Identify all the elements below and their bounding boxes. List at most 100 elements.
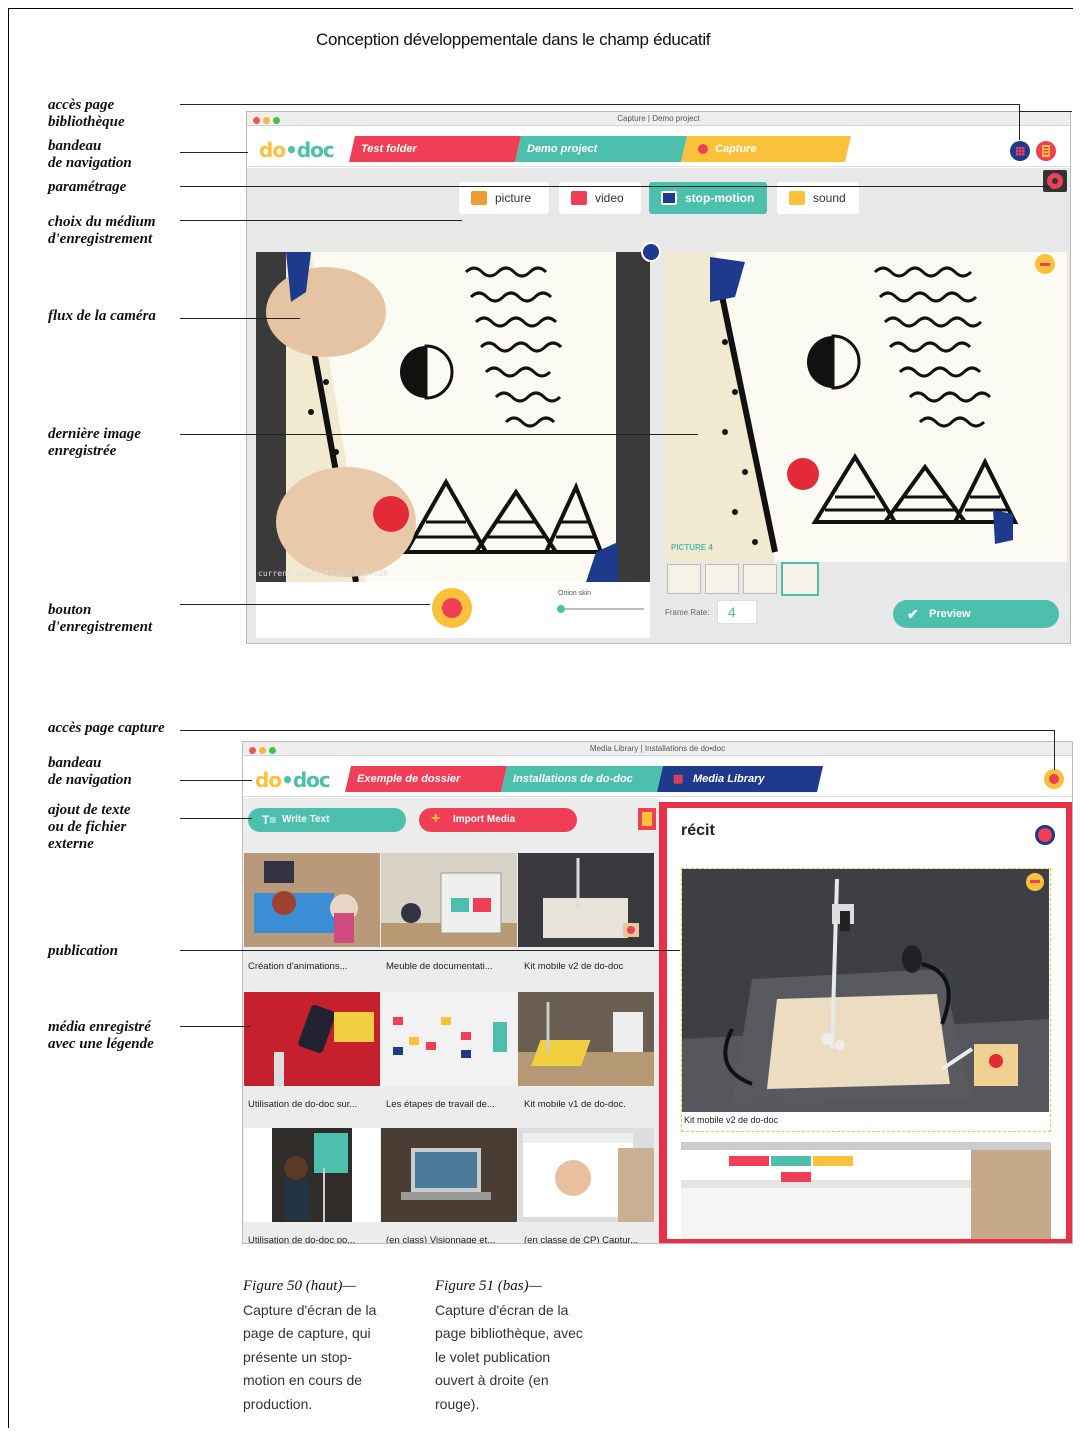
leader-line: [180, 186, 1050, 187]
resolution-text: current resolution: 720×720: [258, 569, 389, 578]
figure-line: motion en cours de: [243, 1372, 363, 1388]
frame-thumb[interactable]: [705, 564, 739, 594]
tab-exemple-dossier[interactable]: Exemple de dossier: [345, 766, 507, 792]
frame-strip: [667, 560, 823, 598]
window-controls[interactable]: [253, 115, 283, 128]
leader-line: [1054, 730, 1055, 770]
media-caption: Utilisation de do-doc sur...: [248, 1099, 358, 1110]
media-caption: (en class) Visionnage et...: [386, 1235, 496, 1244]
media-caption: Les étapes de travail de...: [386, 1099, 495, 1110]
tab-capture-label: Capture: [715, 143, 757, 155]
capture-nav-bar: do•doc Test folder Demo project Capture: [247, 131, 1070, 167]
capture-workspace: picture video stop-motion sound current …: [247, 168, 1070, 643]
write-text-button[interactable]: T≡ Write Text: [248, 808, 406, 832]
stopmotion-icon: [661, 191, 677, 205]
plus-icon: +: [431, 810, 441, 827]
capture-window: Capture | Demo project do•doc Test folde…: [246, 111, 1071, 644]
media-library-list: T≡ Write Text + Import Media Création d'…: [243, 798, 659, 1243]
import-media-label: Import Media: [453, 814, 516, 825]
figure-line: page bibliothèque, avec: [435, 1325, 583, 1341]
picture-icon: [471, 191, 487, 205]
figure-line: Capture d'écran de la: [435, 1301, 569, 1318]
tab-media-library-label: Media Library: [693, 773, 765, 785]
remove-icon[interactable]: [1026, 873, 1044, 891]
annotation-publication: publication: [48, 943, 119, 959]
grid-icon: ▦: [673, 773, 684, 785]
record-button[interactable]: [432, 588, 472, 628]
dodoc-logo[interactable]: do•doc: [259, 138, 335, 162]
frame-thumb[interactable]: [667, 564, 701, 594]
import-media-button[interactable]: + Import Media: [419, 808, 577, 832]
media-caption: Kit mobile v1 de do-doc.: [524, 1099, 626, 1110]
window-controls[interactable]: [249, 745, 279, 758]
text-icon: T≡: [262, 813, 277, 827]
settings-icon[interactable]: [1035, 825, 1055, 845]
preview-button[interactable]: ✔ Preview: [893, 600, 1059, 628]
publication-icon[interactable]: [1036, 141, 1056, 161]
leader-line: [180, 780, 252, 781]
tab-media-library[interactable]: ▦ Media Library: [657, 766, 823, 792]
media-stopmotion-label: stop-motion: [685, 191, 755, 205]
tab-installations[interactable]: Installations de do-doc: [501, 766, 663, 792]
media-thumb[interactable]: [244, 853, 380, 947]
screenshot-image: [681, 1142, 1051, 1239]
window-title: Media Library | Installations de do•doc: [589, 744, 726, 753]
annotation-record-button: bouton d'enregistrement: [48, 602, 153, 635]
media-caption: Kit mobile v2 de do-doc: [684, 1115, 779, 1125]
library-grid-icon[interactable]: [1010, 141, 1030, 161]
figure-50-caption: Figure 50 (haut)— Capture d'écran de la …: [243, 1275, 376, 1416]
frame-rate-label: Frame Rate:: [665, 608, 710, 617]
frame-rate-input[interactable]: 4: [717, 600, 757, 624]
leader-line: [180, 318, 300, 319]
library-nav-bar: do•doc Exemple de dossier Installations …: [243, 761, 1072, 797]
media-caption: Création d'animations...: [248, 961, 348, 972]
figure-line: page de capture, qui: [243, 1325, 371, 1341]
media-caption: Kit mobile v2 de do-doc: [524, 961, 624, 972]
figure-heading: Figure 50 (haut)—: [243, 1278, 356, 1294]
tab-demo-project[interactable]: Demo project: [515, 136, 687, 162]
fullscreen-icon[interactable]: [641, 242, 661, 262]
record-icon: [442, 598, 462, 618]
tab-test-folder[interactable]: Test folder: [349, 136, 521, 162]
settings-button[interactable]: [1043, 170, 1067, 192]
annotation-last-image: dernière image enregistrée: [48, 426, 141, 459]
record-controls: Onion skin: [256, 582, 650, 638]
figure-line: présente un stop-: [243, 1348, 352, 1365]
leader-line: [180, 104, 1020, 105]
figure-heading: Figure 51 (bas)—: [435, 1278, 542, 1294]
frame-thumb-selected[interactable]: [781, 562, 819, 596]
remove-icon[interactable]: [1035, 254, 1055, 274]
figure-line: le volet publication: [435, 1348, 551, 1365]
leader-line: [180, 434, 698, 435]
media-thumb[interactable]: [381, 1128, 517, 1222]
page-title: Conception développementale dans le cham…: [316, 30, 711, 49]
publication-screenshot-block[interactable]: [681, 1142, 1051, 1239]
publication-media-block[interactable]: Kit mobile v2 de do-doc: [681, 868, 1051, 1132]
annotation-medium-choice: choix du médium d'enregistrement: [48, 214, 156, 247]
record-dot-icon: [698, 144, 708, 154]
figure-line: Capture d'écran de la: [243, 1301, 377, 1318]
camera-feed: current resolution: 720×720: [256, 251, 650, 583]
media-thumb[interactable]: [381, 853, 517, 947]
publication-icon[interactable]: [638, 808, 656, 830]
annotation-add-text-file: ajout de texte ou de fichier externe: [48, 802, 131, 852]
frame-thumb[interactable]: [743, 564, 777, 594]
capture-access-icon[interactable]: [1044, 769, 1064, 789]
dodoc-logo[interactable]: do•doc: [255, 768, 331, 792]
preview-label: Preview: [929, 608, 971, 620]
tab-capture[interactable]: Capture: [681, 136, 851, 162]
last-image-picture: [665, 252, 1019, 562]
annotation-nav-bar: bandeau de navigation: [48, 138, 132, 171]
write-text-label: Write Text: [282, 814, 330, 825]
leader-line: [180, 220, 462, 221]
media-thumb[interactable]: [244, 1128, 380, 1222]
media-thumb[interactable]: [244, 992, 380, 1086]
annotation-library-access: accès page bibliothèque: [48, 97, 125, 130]
onion-skin-slider[interactable]: [557, 605, 644, 613]
onion-skin-label: Onion skin: [558, 590, 592, 597]
media-thumb[interactable]: [518, 1128, 654, 1222]
media-thumb[interactable]: [518, 992, 654, 1086]
slider-handle[interactable]: [557, 605, 565, 613]
media-thumb[interactable]: [518, 853, 654, 947]
media-thumb[interactable]: [381, 992, 517, 1086]
